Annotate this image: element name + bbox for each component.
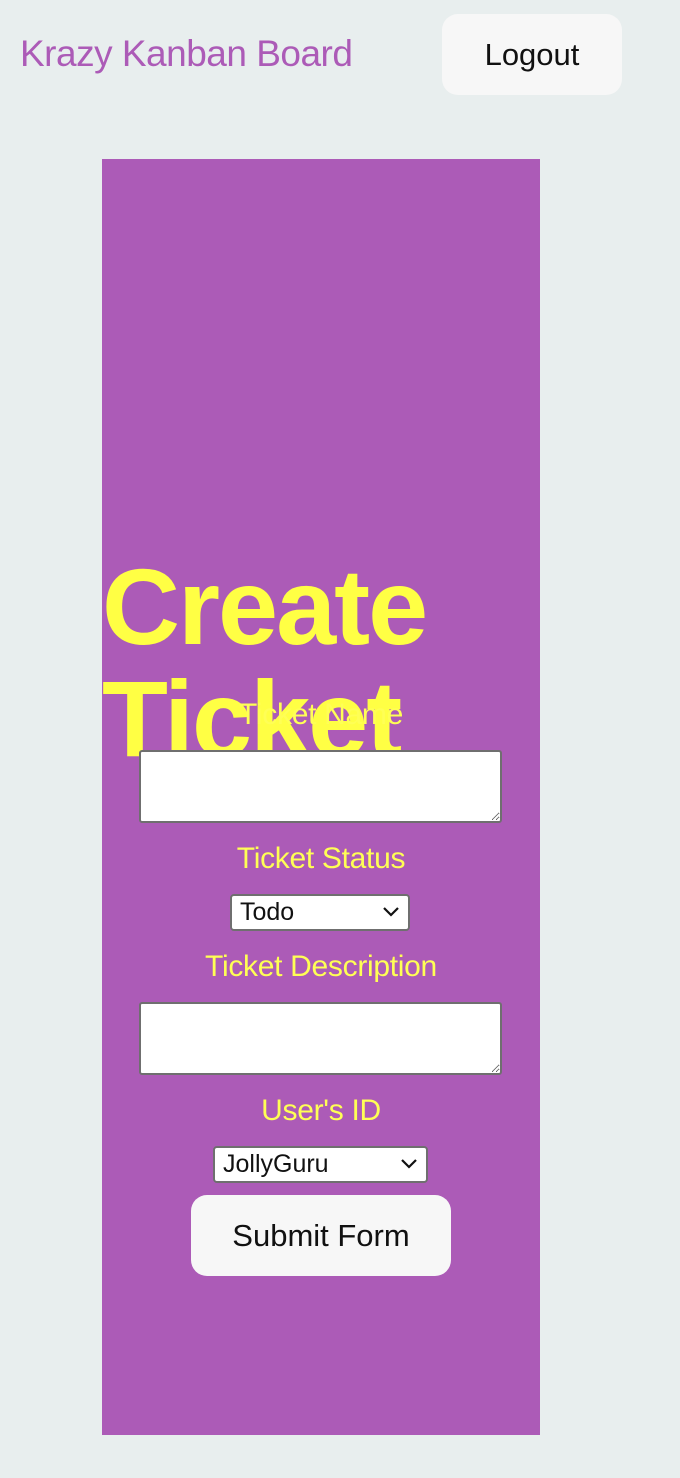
brand-title-link[interactable]: Krazy Kanban Board (20, 30, 353, 78)
logout-button[interactable]: Logout (442, 14, 622, 95)
ticket-status-select[interactable]: Todo (230, 894, 410, 931)
ticket-description-input[interactable] (139, 1002, 502, 1075)
navbar: Krazy Kanban Board Logout (0, 0, 680, 110)
ticket-name-label: Ticket Name (239, 698, 403, 731)
ticket-status-label: Ticket Status (236, 842, 406, 875)
ticket-status-value: Todo (240, 898, 295, 926)
user-id-value: JollyGuru (223, 1150, 329, 1178)
ticket-name-input[interactable] (139, 750, 502, 823)
user-id-select[interactable]: JollyGuru (213, 1146, 428, 1183)
submit-form-button[interactable]: Submit Form (191, 1195, 451, 1276)
ticket-description-label: Ticket Description (205, 950, 437, 983)
chevron-down-icon (383, 907, 399, 917)
chevron-down-icon (401, 1159, 417, 1169)
user-id-label: User's ID (261, 1094, 381, 1127)
form-title: Create Ticket (102, 546, 428, 779)
